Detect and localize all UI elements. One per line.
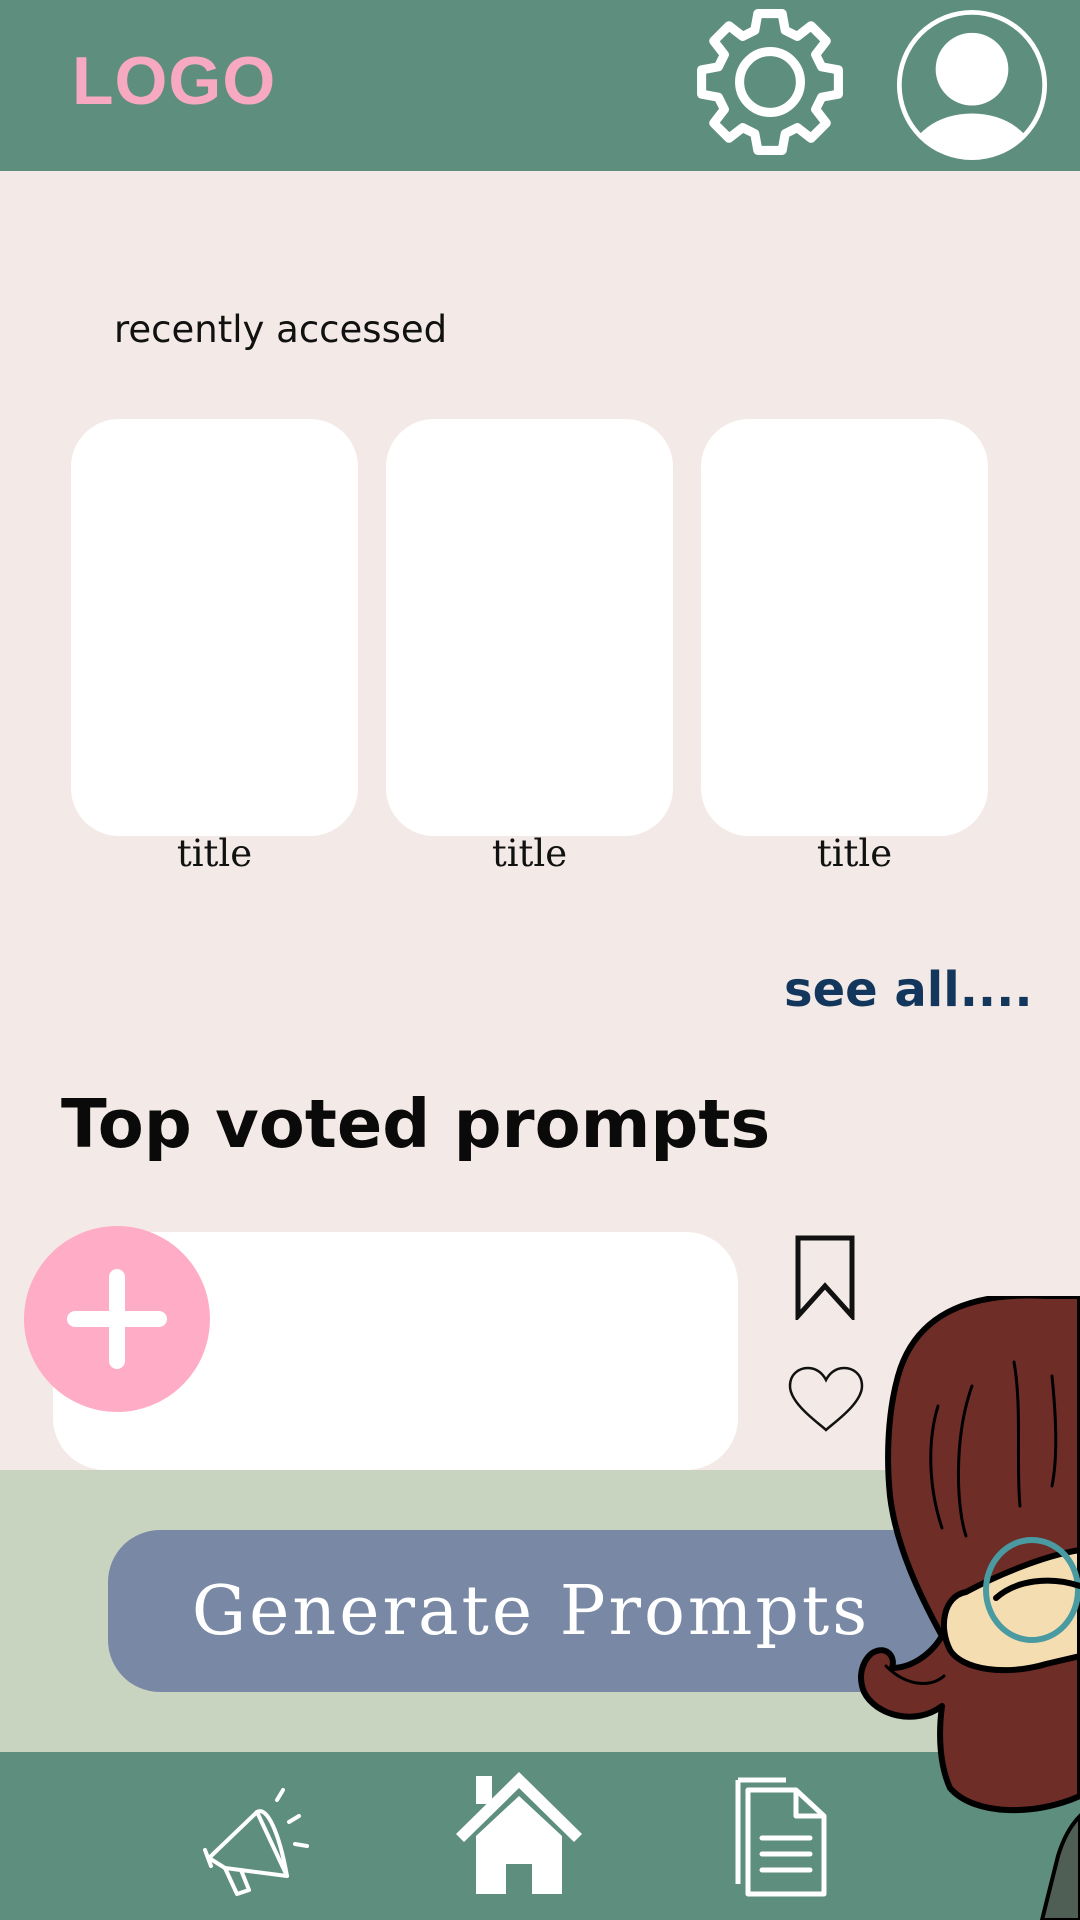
see-all-link[interactable]: see all....: [784, 962, 1033, 1018]
generate-prompts-button[interactable]: Generate Prompts: [108, 1530, 970, 1692]
recently-accessed-label: recently accessed: [114, 308, 448, 351]
gear-icon[interactable]: [694, 6, 846, 158]
plus-icon: [67, 1269, 167, 1369]
recent-card-2[interactable]: [386, 419, 673, 836]
recent-card-title-1: title: [176, 832, 253, 875]
recent-card-title-2: title: [491, 832, 568, 875]
add-button[interactable]: [24, 1226, 210, 1412]
document-icon[interactable]: [718, 1772, 848, 1902]
profile-icon[interactable]: [893, 6, 1051, 164]
recent-card-3[interactable]: [701, 419, 988, 836]
top-voted-title: Top voted prompts: [61, 1085, 771, 1163]
mascot-illustration: [858, 1296, 1080, 1920]
home-icon[interactable]: [454, 1772, 584, 1902]
megaphone-icon[interactable]: [195, 1772, 325, 1902]
recent-card-title-3: title: [816, 832, 893, 875]
logo[interactable]: LOGO: [72, 42, 276, 120]
recent-card-1[interactable]: [71, 419, 358, 836]
